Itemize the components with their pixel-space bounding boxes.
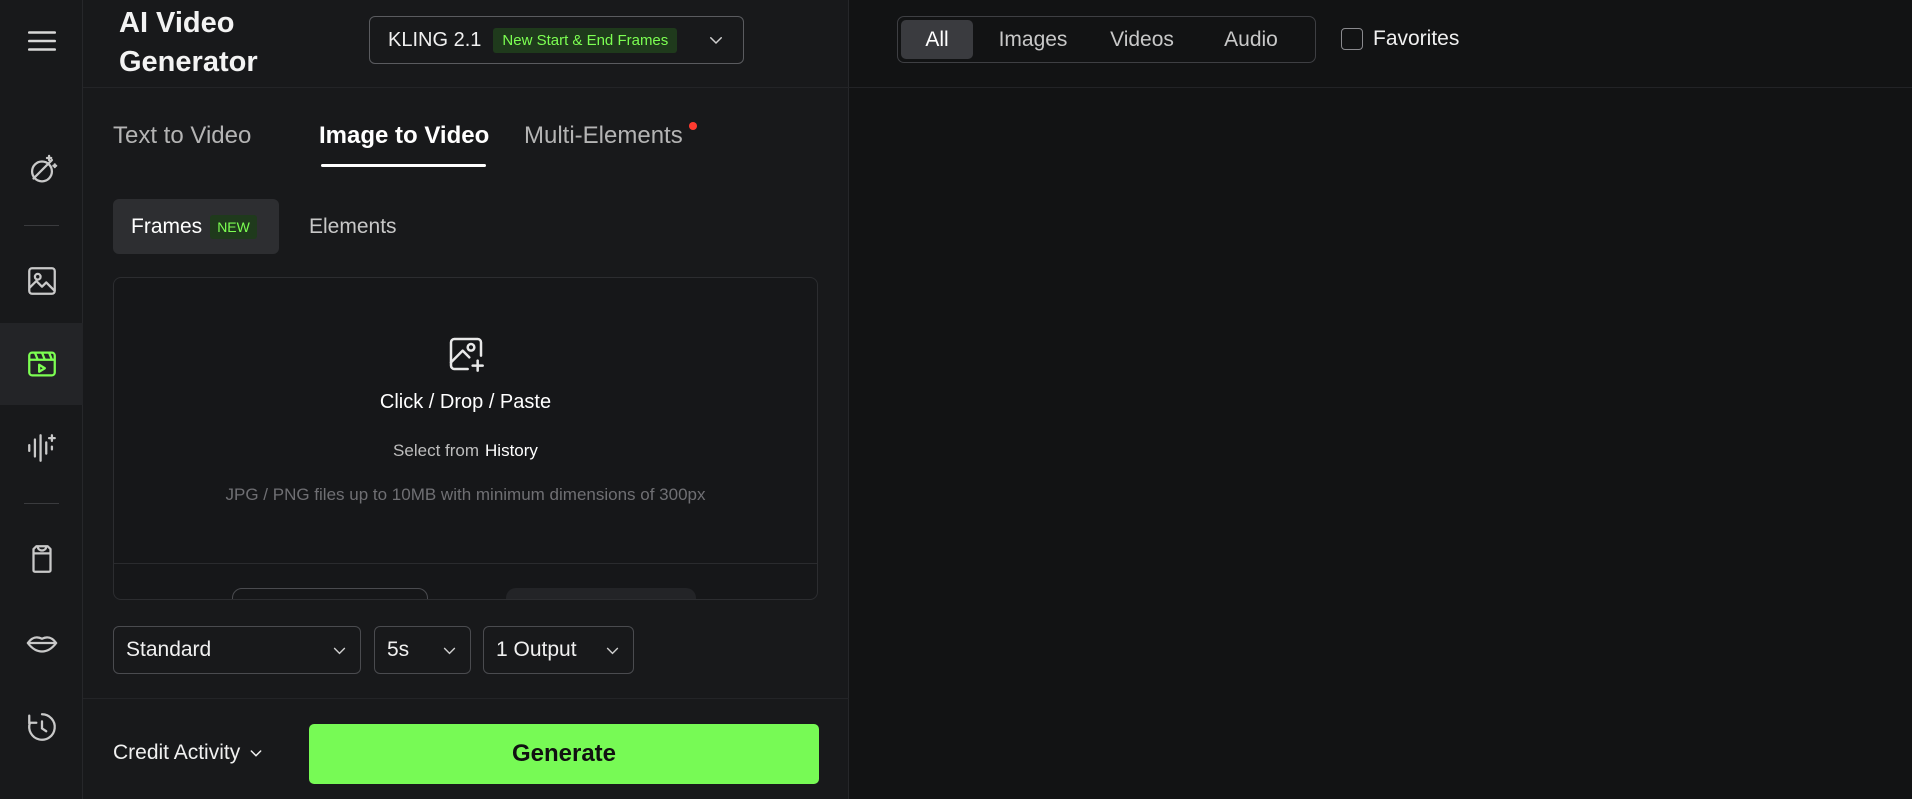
audio-wave-icon (27, 434, 56, 462)
favorites-checkbox[interactable] (1341, 28, 1363, 50)
chevron-down-icon (710, 37, 722, 45)
chevron-down-icon (333, 647, 346, 655)
app-root: AI Video Generator KLING 2.1 New Start &… (0, 0, 1912, 799)
start-frame-slot[interactable] (232, 588, 428, 599)
upload-divider (114, 563, 817, 564)
favorites-toggle[interactable]: Favorites (1341, 27, 1459, 51)
generator-panel: AI Video Generator KLING 2.1 New Start &… (83, 0, 849, 799)
chevron-down-icon (250, 750, 262, 757)
model-name: KLING 2.1 (388, 28, 482, 51)
filter-videos[interactable]: Videos (1093, 20, 1191, 59)
upload-hint: JPG / PNG files up to 10MB with minimum … (225, 485, 706, 504)
credit-activity-button[interactable]: Credit Activity (113, 741, 264, 765)
tab-text-to-video[interactable]: Text to Video (113, 122, 251, 150)
menu-icon (27, 31, 56, 51)
filter-images[interactable]: Images (984, 20, 1082, 59)
filter-all[interactable]: All (901, 20, 973, 59)
filter-audio[interactable]: Audio (1202, 20, 1300, 59)
subtab-elements[interactable]: Elements (309, 199, 397, 254)
magic-wand-icon (30, 154, 57, 183)
video-icon (27, 351, 56, 377)
model-badge: New Start & End Frames (493, 27, 678, 53)
rail-divider (24, 503, 59, 504)
rail-divider (24, 225, 59, 226)
chevron-down-icon (443, 647, 456, 655)
panel-footer: Credit Activity Generate (83, 698, 849, 799)
page-title: AI Video Generator (119, 7, 258, 78)
select-from-label: Select from (393, 441, 480, 460)
results-area: All Images Videos Audio Favorites (849, 0, 1912, 799)
image-icon (27, 267, 56, 295)
media-filter-group: All Images Videos Audio (897, 16, 1316, 63)
history-link[interactable]: History (485, 441, 538, 460)
sub-tabs: Frames NEW Elements (113, 199, 513, 254)
results-header: All Images Videos Audio Favorites (849, 0, 1912, 88)
upload-source: Select from History (114, 441, 817, 461)
add-image-icon (449, 337, 484, 372)
upload-title: Click / Drop / Paste (379, 391, 552, 413)
end-frame-slot[interactable] (506, 588, 696, 599)
rail-video-button[interactable] (0, 323, 83, 405)
tab-multi-elements[interactable]: Multi-Elements (524, 122, 683, 150)
new-badge: NEW (210, 214, 257, 239)
rail-tryon-button[interactable] (0, 518, 83, 600)
rail-history-button[interactable] (0, 686, 83, 768)
subtab-frames[interactable]: Frames NEW (113, 199, 279, 254)
output-count-select[interactable]: 1 Output (483, 626, 634, 674)
panel-header: AI Video Generator KLING 2.1 New Start &… (83, 0, 849, 88)
mode-tabs: Text to Video Image to Video Multi-Eleme… (113, 118, 813, 172)
image-upload-dropzone[interactable]: Click / Drop / Paste Select from History … (113, 277, 818, 600)
quality-value: Standard (126, 638, 212, 661)
quality-select[interactable]: Standard (113, 626, 361, 674)
generate-button[interactable]: Generate (309, 724, 819, 784)
options-row: Standard 5s 1 Output (113, 626, 818, 674)
shirt-icon (31, 545, 52, 573)
lips-icon (26, 636, 57, 653)
history-icon (27, 713, 56, 741)
rail-lipsync-button[interactable] (0, 602, 83, 684)
notification-dot (689, 122, 697, 130)
output-count-value: 1 Output (496, 638, 577, 661)
duration-select[interactable]: 5s (374, 626, 471, 674)
rail-image-button[interactable] (0, 240, 83, 322)
active-tab-underline (321, 164, 486, 167)
tab-image-to-video[interactable]: Image to Video (319, 122, 489, 150)
menu-button[interactable] (0, 0, 83, 82)
duration-value: 5s (387, 638, 410, 661)
rail-magic-button[interactable] (0, 129, 83, 211)
chevron-down-icon (606, 647, 619, 655)
favorites-label: Favorites (1373, 27, 1460, 50)
model-dropdown[interactable]: KLING 2.1 New Start & End Frames (369, 16, 744, 64)
credit-activity-label: Credit Activity (113, 741, 241, 764)
subtab-frames-label: Frames (131, 214, 203, 238)
rail-audio-button[interactable] (0, 407, 83, 489)
icon-rail (0, 0, 83, 799)
